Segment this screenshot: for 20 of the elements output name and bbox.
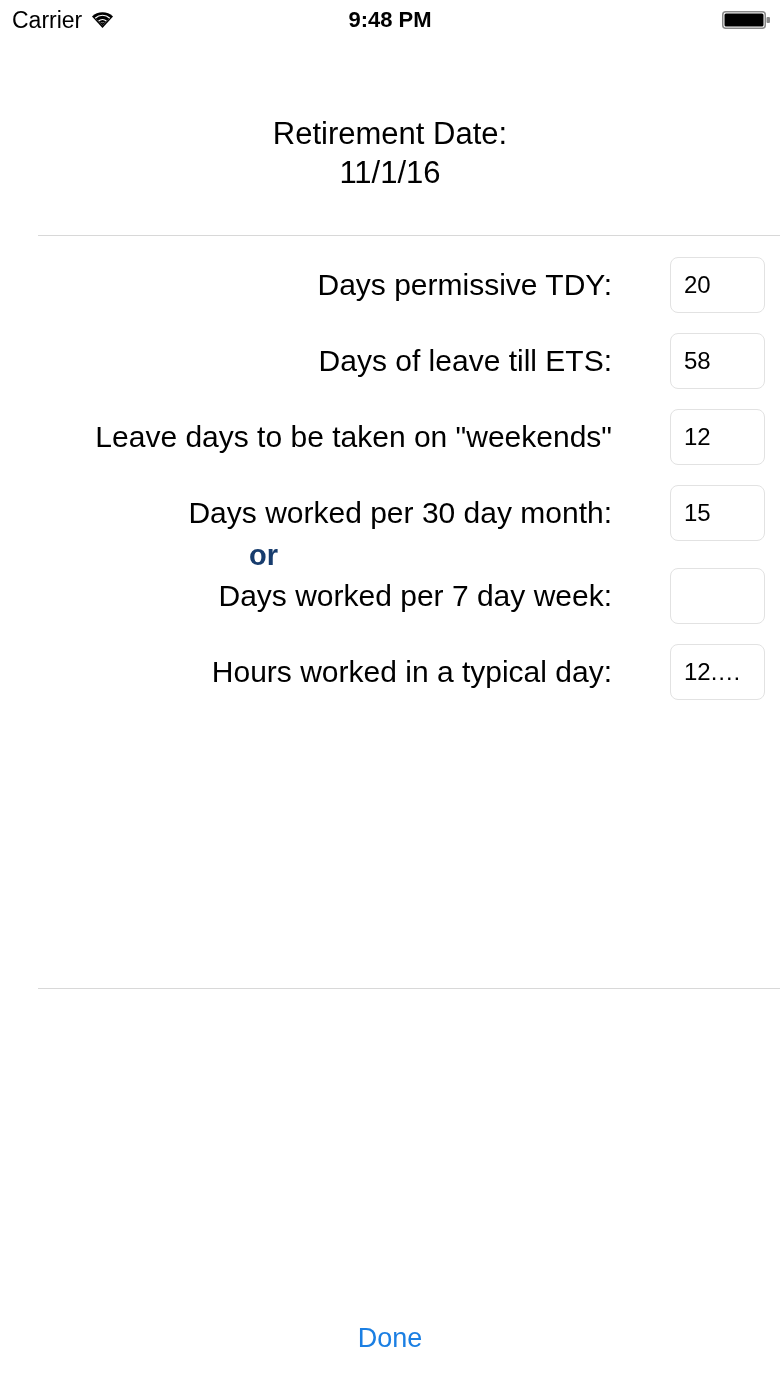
- retirement-date-value: 11/1/16: [339, 154, 441, 192]
- retirement-date-label: Retirement Date:: [272, 115, 508, 153]
- number-field[interactable]: 12.…: [670, 644, 765, 700]
- wifi-icon: [92, 12, 114, 28]
- number-field[interactable]: 58: [670, 333, 765, 389]
- status-time: 9:48 PM: [348, 6, 432, 34]
- number-field[interactable]: [670, 568, 765, 624]
- number-field[interactable]: 12: [670, 409, 765, 465]
- field-label: Hours worked in a typical day:: [210, 654, 612, 690]
- field-label: Days worked per 7 day week:: [217, 578, 612, 614]
- or-separator-text: or: [249, 539, 278, 570]
- number-field[interactable]: 15: [670, 485, 765, 541]
- done-button[interactable]: Done: [347, 1316, 433, 1360]
- field-label: Days worked per 30 day month:: [187, 495, 612, 531]
- number-field[interactable]: 20: [670, 257, 765, 313]
- field-label: Days permissive TDY:: [316, 267, 612, 303]
- carrier-name: Carrier: [12, 6, 83, 34]
- field-label: Leave days to be taken on "weekends": [94, 419, 612, 455]
- field-label: Days of leave till ETS:: [317, 343, 612, 379]
- battery-icon: [722, 11, 770, 29]
